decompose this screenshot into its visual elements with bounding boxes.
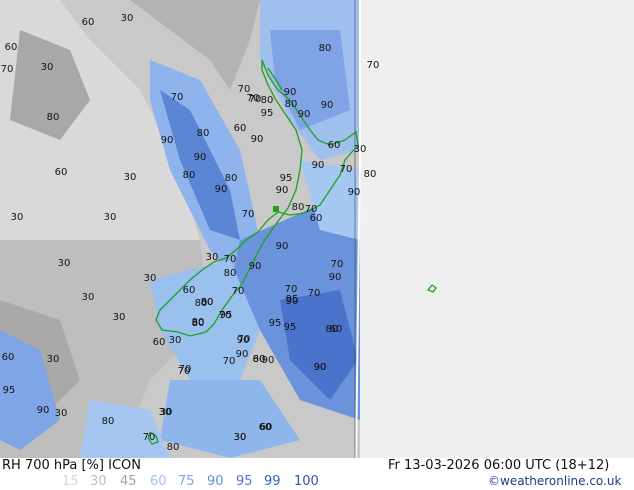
wellington-marker — [273, 206, 279, 212]
legend-value: 100 — [294, 474, 319, 489]
legend-value: 30 — [90, 474, 107, 489]
contour-label: 70 — [285, 284, 298, 295]
contour-label: 30 — [124, 172, 137, 183]
contour-label: 30 — [159, 407, 172, 418]
contour-label: 30 — [82, 292, 95, 303]
contour-label: 90 — [249, 261, 262, 272]
contour-label: 30 — [354, 144, 367, 155]
contour-label: 70 — [143, 432, 156, 443]
legend-value: 60 — [150, 474, 167, 489]
contour-label: 80 — [319, 43, 332, 54]
contour-label: 70 — [242, 209, 255, 220]
contour-label: 60 — [330, 324, 343, 335]
contour-label: 30 — [121, 13, 134, 24]
contour-label: 30 — [55, 408, 68, 419]
contour-label: 90 — [215, 184, 228, 195]
contour-label: 80 — [225, 173, 238, 184]
contour-label: 90 — [314, 362, 327, 373]
contour-label: 95 — [3, 385, 16, 396]
footer: RH 700 hPa [%] ICON Fr 13-03-2026 06:00 … — [0, 458, 634, 490]
contour-label: 30 — [47, 354, 60, 365]
contour-label: 30 — [113, 312, 126, 323]
humidity-field — [0, 0, 360, 458]
contour-label: 70 — [367, 60, 380, 71]
weather-map: 60 306070 308060 3030 303030303060 309590 3080… — [0, 0, 634, 458]
contour-label: 90 — [37, 405, 50, 416]
contour-label: 90 — [236, 349, 249, 360]
contour-label: 90 — [312, 160, 325, 171]
contour-label: 90 — [251, 134, 264, 145]
contour-label: 95 — [269, 318, 282, 329]
contour-label: 90 — [329, 272, 342, 283]
contour-label: 30 — [41, 62, 54, 73]
contour-label: 90 — [298, 109, 311, 120]
contour-label: 60 — [183, 285, 196, 296]
contour-label: 60 — [2, 352, 15, 363]
contour-label: 30 — [11, 212, 24, 223]
contour-label: 80 — [285, 99, 298, 110]
contour-label: 90 — [286, 296, 299, 307]
contour-label: 80 — [364, 169, 377, 180]
contour-label: 90 — [161, 135, 174, 146]
contour-label: 90 — [284, 87, 297, 98]
contour-label: 70 — [238, 334, 251, 345]
contour-label: 80 — [167, 442, 180, 453]
contour-label: 80 — [192, 318, 205, 329]
contour-label: 80 — [261, 95, 274, 106]
legend-value: 75 — [178, 474, 195, 489]
valid-time: Fr 13-03-2026 06:00 UTC (18+12) — [388, 458, 610, 473]
contour-label: 90 — [348, 187, 361, 198]
contour-label: 80 — [197, 128, 210, 139]
legend-value: 15 — [62, 474, 79, 489]
contour-label: 80 — [201, 297, 214, 308]
legend-value: 45 — [120, 474, 137, 489]
contour-label: 80 — [47, 112, 60, 123]
contour-label: 70 — [308, 288, 321, 299]
contour-label: 60 — [82, 17, 95, 28]
contour-label: 80 — [183, 170, 196, 181]
contour-label: 70 — [232, 286, 245, 297]
contour-label: 80 — [292, 202, 305, 213]
contour-label: 70 — [171, 92, 184, 103]
contour-label: 60 — [328, 140, 341, 151]
contour-label: 30 — [58, 258, 71, 269]
map-title: RH 700 hPa [%] ICON — [2, 458, 141, 473]
contour-label: 60 — [153, 337, 166, 348]
contour-label: 70 — [179, 364, 192, 375]
contour-label: 90 — [262, 355, 275, 366]
contour-label: 90 — [276, 185, 289, 196]
contour-label: 80 — [102, 416, 115, 427]
contour-label: 30 — [206, 252, 219, 263]
contour-label: 60 — [234, 123, 247, 134]
legend-value: 90 — [207, 474, 224, 489]
contour-label: 70 — [223, 356, 236, 367]
contour-label: 30 — [169, 335, 182, 346]
contour-label: 80 — [224, 268, 237, 279]
contour-label: 70 — [340, 164, 353, 175]
contour-label: 30 — [234, 432, 247, 443]
legend-value: 95 — [236, 474, 253, 489]
contour-label: 95 — [284, 322, 297, 333]
credit-link[interactable]: ©weatheronline.co.uk — [488, 474, 621, 488]
contour-label: 60 — [5, 42, 18, 53]
contour-label: 90 — [321, 100, 334, 111]
contour-label: 95 — [280, 173, 293, 184]
legend-value: 99 — [264, 474, 281, 489]
contour-label: 60 — [260, 422, 273, 433]
contour-label: 70 — [1, 64, 14, 75]
contour-label: 30 — [104, 212, 117, 223]
contour-label: 95 — [261, 108, 274, 119]
contour-label: 60 — [310, 213, 323, 224]
contour-label: 90 — [276, 241, 289, 252]
contour-label: 30 — [144, 273, 157, 284]
contour-label: 60 — [55, 167, 68, 178]
contour-label: 70 — [247, 93, 260, 104]
contour-label: 95 — [220, 310, 233, 321]
contour-label: 90 — [194, 152, 207, 163]
contour-label: 70 — [224, 254, 237, 265]
contour-label: 70 — [331, 259, 344, 270]
